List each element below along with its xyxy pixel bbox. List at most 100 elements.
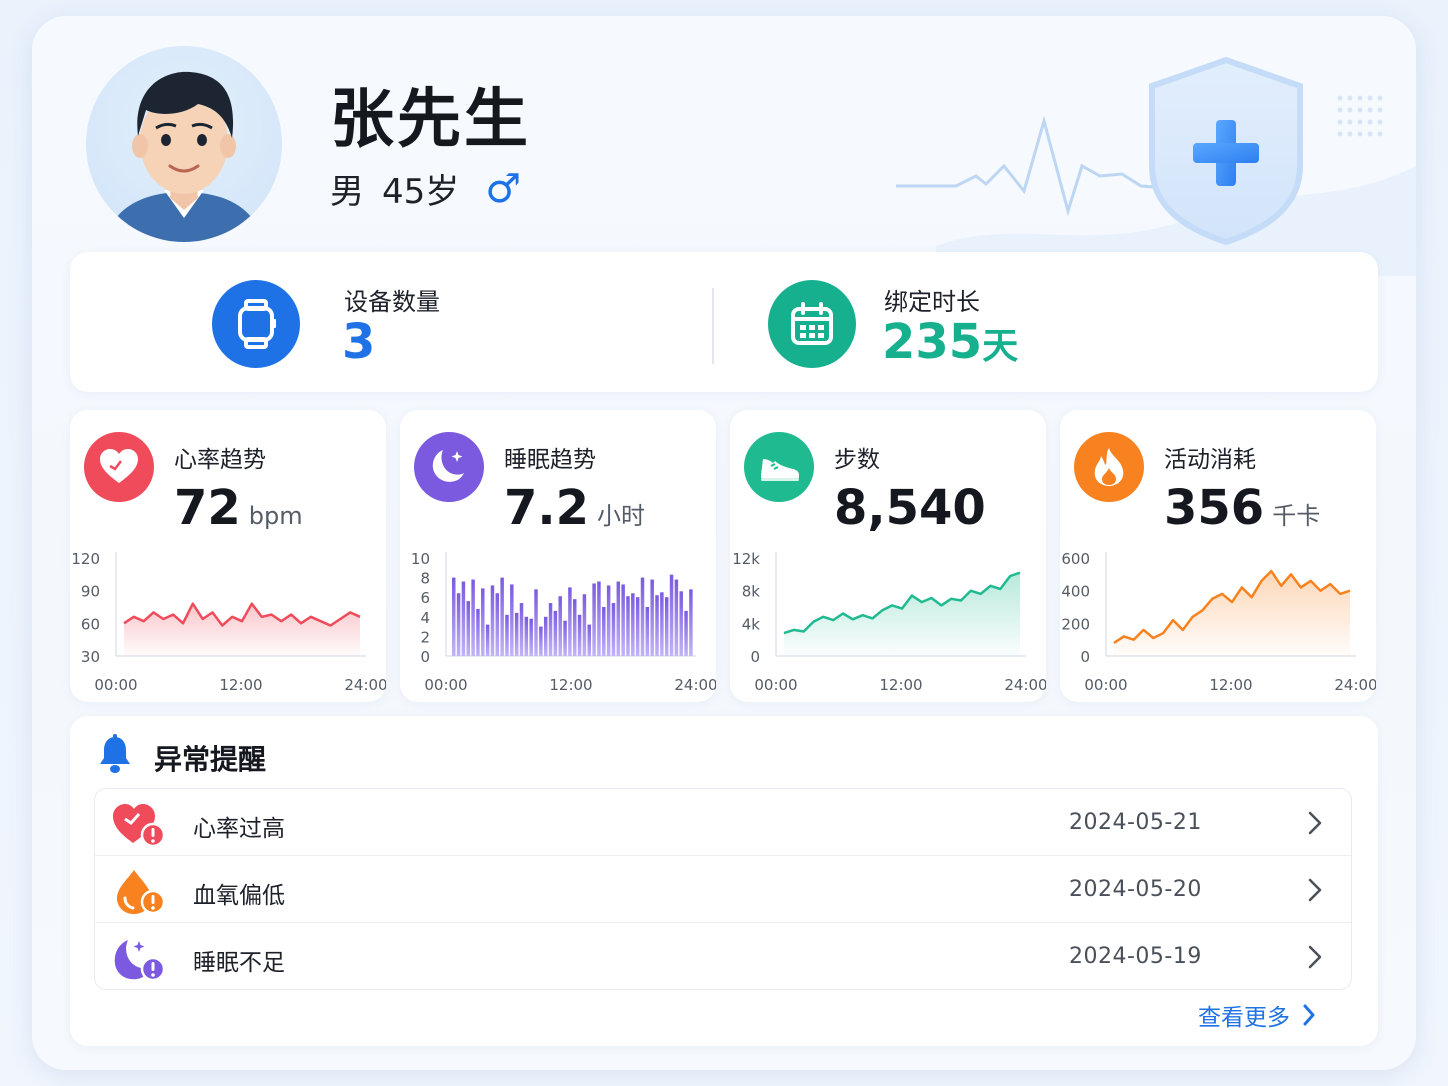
health-profile-card: 张先生 男 45岁 ♂ 设备数量 3 绑定时长 235天 心率趋势 72 bpm…	[32, 16, 1416, 1070]
alert-label: 心率过高	[193, 816, 285, 842]
chart-3-y-tick: 0	[1080, 648, 1090, 666]
device-stats-panel: 设备数量 3 绑定时长 235天	[70, 252, 1378, 392]
smartwatch-icon	[212, 280, 300, 368]
metric-value: 8,540	[834, 480, 986, 536]
metric-title: 步数	[834, 447, 880, 473]
chart-1-bar	[621, 584, 625, 656]
chart-1-bar	[582, 594, 587, 656]
chart-2-y-tick: 4k	[742, 615, 761, 633]
chart-0-y-tick: 90	[81, 583, 100, 601]
chart-3-x-tick: 00:00	[1084, 676, 1127, 694]
chart-2-x-tick: 24:00	[1004, 676, 1046, 694]
alert-item[interactable]: 血氧偏低 2024-05-20	[95, 856, 1351, 923]
chart-1-bar	[669, 574, 674, 656]
chart-1-bar	[539, 626, 543, 656]
chart-1-bar	[650, 579, 654, 656]
alert-date: 2024-05-21	[1069, 810, 1202, 835]
chart-1-bar	[481, 588, 485, 656]
chart-1-bar	[529, 618, 533, 656]
moon-warning-icon	[114, 940, 166, 982]
chart-0-x-tick: 24:00	[344, 676, 386, 694]
chart-2-y-tick: 0	[750, 648, 760, 666]
chart-1-bar	[597, 581, 601, 656]
chart-1-bar	[471, 579, 475, 656]
chart-1-bar	[606, 585, 611, 656]
metric-value: 7.2 小时	[504, 480, 645, 536]
chart-1-y-tick: 0	[420, 648, 430, 666]
chart-1-bar	[524, 616, 529, 656]
chart-1-y-tick: 4	[420, 609, 430, 627]
heart-rate-card[interactable]: 心率趋势 72 bpm 120 90 60 30 00:00 12:00 24:00	[70, 410, 386, 702]
view-more-link[interactable]: 查看更多	[1198, 998, 1316, 1032]
alert-label: 睡眠不足	[193, 950, 285, 976]
flame-icon	[1074, 432, 1144, 502]
user-age: 45岁	[382, 172, 460, 212]
chart-1-bar	[534, 589, 538, 656]
steps-chart: 12k 8k 4k 0 00:00 12:00 24:00	[732, 550, 1046, 694]
chart-0-x-tick: 12:00	[219, 676, 262, 694]
metric-number: 8,540	[834, 480, 986, 536]
chart-0-y-tick: 120	[71, 550, 100, 568]
user-gender: 男	[330, 172, 364, 212]
bind-duration-unit: 天	[982, 326, 1019, 367]
calories-card[interactable]: 活动消耗 356 千卡 600 400 200 0 00:00 12:00 24:00	[1060, 410, 1376, 702]
user-name: 张先生	[330, 83, 531, 157]
metric-number: 72	[174, 480, 241, 536]
chart-1-bar	[548, 603, 553, 656]
bell-icon	[100, 734, 130, 773]
steps-card[interactable]: 步数 8,540 12k 8k 4k 0 00:00 12:00 24:00	[730, 410, 1046, 702]
alert-item[interactable]: 睡眠不足 2024-05-19	[95, 923, 1351, 989]
metric-value: 356 千卡	[1164, 480, 1320, 536]
chevron-right-icon[interactable]	[1307, 811, 1323, 835]
chart-1-bar	[568, 587, 572, 656]
moon-icon	[414, 432, 484, 502]
chart-1-bar	[587, 624, 592, 656]
chart-1-bar	[456, 593, 461, 656]
chart-2-x-tick: 12:00	[879, 676, 922, 694]
chart-1-bar	[452, 577, 456, 656]
chart-1-y-tick: 10	[411, 550, 430, 568]
chart-0-y-tick: 30	[81, 648, 100, 666]
chart-1-bar	[500, 577, 504, 656]
chart-2-area	[784, 572, 1020, 656]
chart-1-x-tick: 00:00	[424, 676, 467, 694]
chart-1-bar	[466, 601, 471, 656]
chart-2-y-tick: 12k	[732, 550, 760, 568]
chart-3-y-tick: 200	[1061, 615, 1090, 633]
chevron-right-icon[interactable]	[1307, 878, 1323, 902]
chart-1-bar	[679, 591, 683, 656]
alert-date: 2024-05-19	[1069, 944, 1202, 969]
alert-label: 血氧偏低	[193, 883, 285, 909]
chart-1-bar	[684, 610, 688, 656]
sleep-chart: 10 86 42 0 00:00 12:00 24:00	[411, 550, 716, 694]
chart-1-bar	[592, 583, 596, 656]
metric-unit: 千卡	[1272, 502, 1321, 530]
chart-3-x-tick: 12:00	[1209, 676, 1252, 694]
chart-1-bar	[495, 593, 500, 656]
chart-1-x-tick: 12:00	[549, 676, 592, 694]
chart-1-bar	[514, 612, 519, 656]
heart-rate-chart: 120 90 60 30 00:00 12:00 24:00	[71, 550, 386, 694]
chart-0-x-tick: 00:00	[94, 676, 137, 694]
view-more-label: 查看更多	[1198, 1005, 1290, 1031]
chart-1-bar	[505, 614, 509, 656]
chart-2-y-tick: 8k	[742, 583, 761, 601]
chart-1-bar	[519, 603, 524, 656]
chart-1-bar	[611, 603, 616, 656]
chart-1-bar	[674, 579, 679, 656]
chart-1-bar	[689, 589, 693, 656]
sleep-card[interactable]: 睡眠趋势 7.2 小时 10 8 6 4 2 0 00:00 12:00 24:00	[400, 410, 716, 702]
heart-icon	[84, 432, 154, 502]
chart-1-y-tick: 8	[420, 570, 430, 588]
chevron-right-icon[interactable]	[1307, 945, 1323, 969]
chart-1-bar	[635, 597, 640, 656]
metric-unit: bpm	[248, 502, 303, 530]
metric-unit: 小时	[597, 502, 646, 530]
chart-1-bar	[510, 584, 514, 656]
alert-item[interactable]: 心率过高 2024-05-21	[95, 789, 1351, 856]
bind-duration-label: 绑定时长	[884, 288, 980, 316]
sneaker-icon	[744, 432, 814, 502]
droplet-warning-icon	[117, 870, 166, 915]
calories-chart: 600 400 200 0 00:00 12:00 24:00	[1061, 550, 1376, 694]
avatar[interactable]	[86, 46, 282, 242]
